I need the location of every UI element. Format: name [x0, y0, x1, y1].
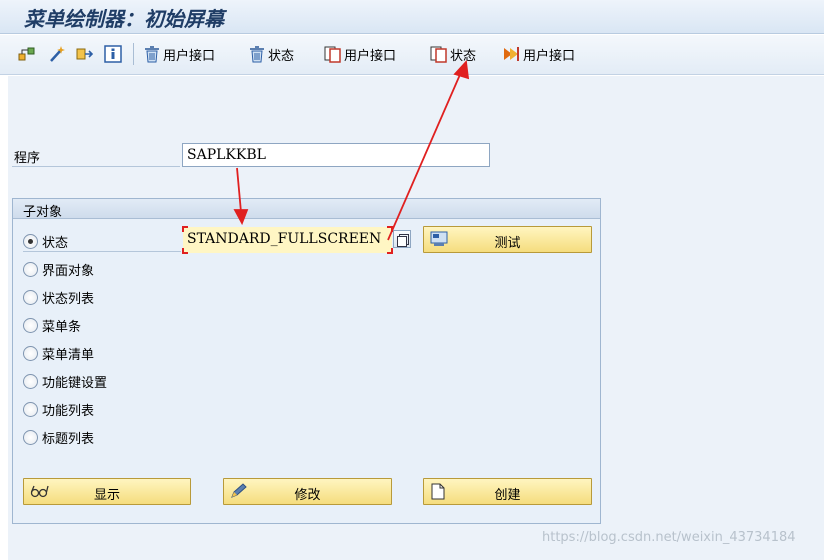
status-input[interactable]: STANDARD_FULLSCREEN: [182, 226, 393, 254]
radio-button[interactable]: [23, 290, 38, 305]
rename-ui-button[interactable]: 用户接口: [503, 43, 575, 65]
rename-icon: [503, 45, 521, 63]
watermark: https://blog.csdn.net/weixin_43734184: [542, 530, 796, 545]
delete-ui-button[interactable]: 用户接口: [143, 43, 215, 65]
display-label: 显示: [93, 488, 120, 503]
hierarchy-icon: [18, 45, 36, 63]
radio-button[interactable]: [23, 402, 38, 417]
radio-label: 功能列表: [42, 404, 95, 419]
trash-icon: [143, 45, 161, 63]
value-help-button[interactable]: [393, 230, 411, 248]
program-label: 程序: [14, 151, 41, 166]
subobjects-group: 子对象 状态 界面对象 状态列表 菜单条 菜单清单 功能键设置 功能列表 标题列…: [12, 198, 601, 524]
radio-button[interactable]: [23, 374, 38, 389]
change-button[interactable]: 修改: [223, 478, 392, 505]
title-bar: 菜单绘制器：初始屏幕: [0, 0, 824, 34]
delete-status-label: 状态: [268, 48, 295, 64]
info-icon: [104, 45, 122, 63]
move-object-icon: [76, 45, 94, 63]
radio-label: 界面对象: [42, 264, 95, 279]
create-label: 创建: [494, 488, 521, 503]
delete-status-button[interactable]: 状态: [248, 43, 294, 65]
rename-ui-label: 用户接口: [523, 48, 576, 64]
radio-title-list[interactable]: 标题列表: [23, 428, 94, 447]
radio-label: 菜单条: [42, 320, 82, 335]
copy-status-button[interactable]: 状态: [430, 43, 476, 65]
radio-label: 标题列表: [42, 432, 95, 447]
application-toolbar: 用户接口 状态 用户接口 状态 用户接口: [0, 35, 824, 75]
radio-button[interactable]: [23, 318, 38, 333]
radio-button[interactable]: [23, 430, 38, 445]
display-button[interactable]: 显示: [23, 478, 191, 505]
copy-status-label: 状态: [450, 48, 477, 64]
subobjects-title: 子对象: [13, 199, 600, 220]
radio-menu-list[interactable]: 菜单清单: [23, 344, 94, 363]
test-label: 测试: [494, 236, 521, 251]
radio-ui-object[interactable]: 界面对象: [23, 260, 94, 279]
radio-function-key-settings[interactable]: 功能键设置: [23, 372, 107, 391]
radio-status-underline: [23, 251, 181, 252]
radio-button[interactable]: [23, 346, 38, 361]
move-object-button[interactable]: [76, 43, 94, 65]
focus-corner: [182, 248, 188, 254]
radio-label: 功能键设置: [42, 376, 108, 391]
focus-corner: [387, 248, 393, 254]
radio-label: 菜单清单: [42, 348, 95, 363]
window-title: 菜单绘制器：初始屏幕: [24, 7, 224, 31]
magic-wand-button[interactable]: [48, 43, 66, 65]
radio-function-list[interactable]: 功能列表: [23, 400, 94, 419]
test-button[interactable]: 测试: [423, 226, 592, 253]
create-button[interactable]: 创建: [423, 478, 592, 505]
focus-corner: [182, 226, 188, 232]
radio-label: 状态列表: [42, 292, 95, 307]
hierarchy-button[interactable]: [18, 43, 36, 65]
program-label-underline: [12, 166, 180, 167]
radio-status[interactable]: 状态: [23, 232, 68, 251]
copy-ui-button[interactable]: 用户接口: [324, 43, 396, 65]
radio-status-list[interactable]: 状态列表: [23, 288, 94, 307]
radio-button-checked[interactable]: [23, 234, 38, 249]
trash-icon: [248, 45, 266, 63]
radio-menu-bar[interactable]: 菜单条: [23, 316, 81, 335]
radio-label: 状态: [42, 236, 69, 251]
copy-icon: [324, 45, 342, 63]
radio-button[interactable]: [23, 262, 38, 277]
delete-ui-label: 用户接口: [163, 48, 216, 64]
status-value: STANDARD_FULLSCREEN: [187, 231, 382, 247]
info-button[interactable]: [104, 43, 122, 65]
change-label: 修改: [294, 488, 321, 503]
toolbar-separator: [133, 43, 134, 65]
program-input[interactable]: SAPLKKBL: [182, 143, 490, 167]
magic-wand-icon: [48, 45, 66, 63]
copy-ui-label: 用户接口: [344, 48, 397, 64]
copy-icon: [430, 45, 448, 63]
